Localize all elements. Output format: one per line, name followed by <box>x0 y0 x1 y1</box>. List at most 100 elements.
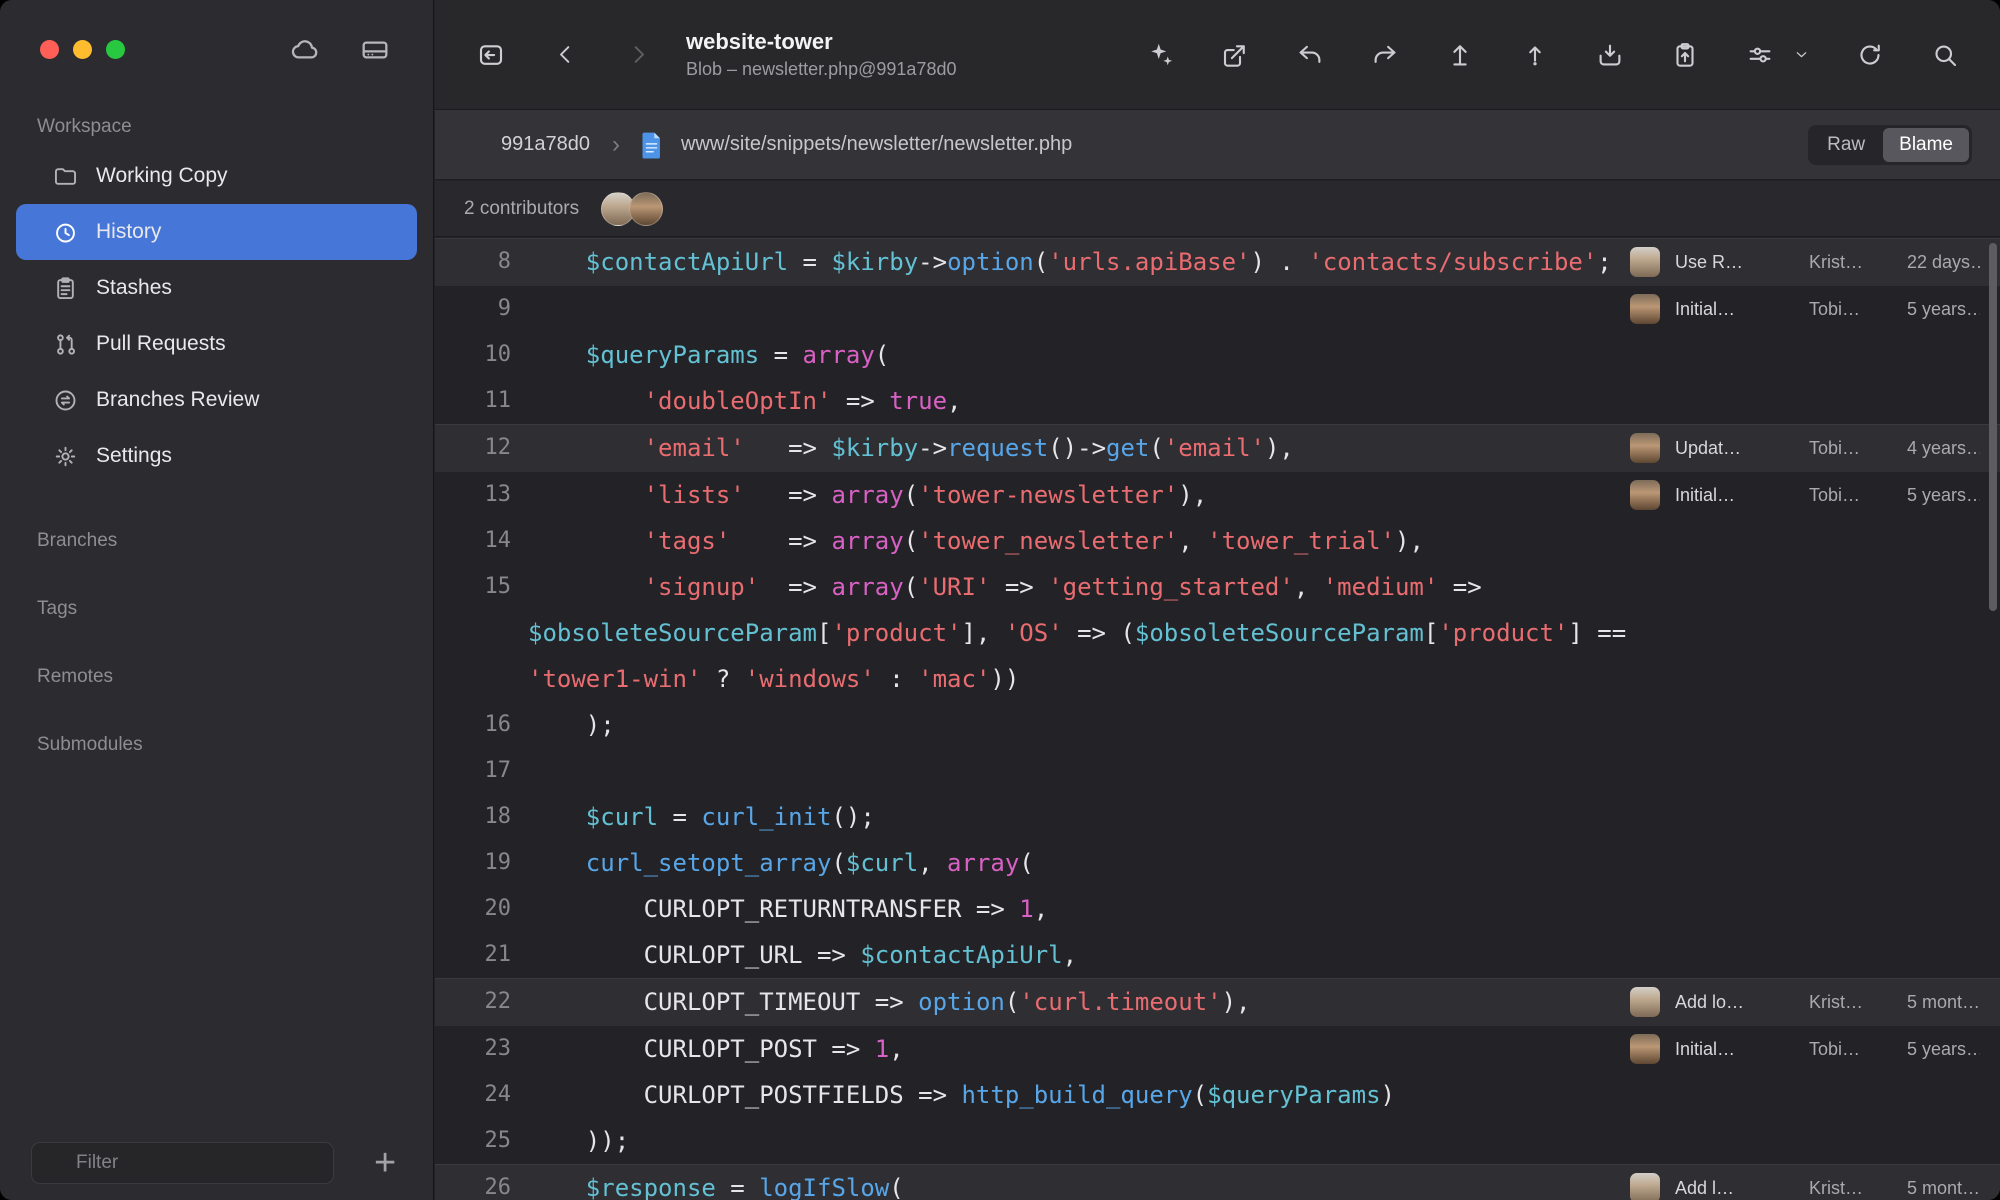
avatar[interactable] <box>629 191 664 226</box>
search-icon[interactable] <box>1930 40 1960 70</box>
view-toggle-blame[interactable]: Blame <box>1883 127 1969 162</box>
blame-annotation[interactable]: Add l… Krist… 5 mont… <box>1630 1165 2000 1200</box>
line-number: 22 <box>484 989 512 1014</box>
sidebar-item-history[interactable]: History <box>16 204 417 260</box>
code-row-17[interactable]: 17 <box>435 748 2000 794</box>
filter-input[interactable] <box>32 1143 333 1183</box>
sidebar-item-stashes[interactable]: Stashes <box>16 260 417 316</box>
sidebar-item-working-copy[interactable]: Working Copy <box>16 148 417 204</box>
sidebar-item-branches-review[interactable]: Branches Review <box>16 372 417 428</box>
code-row-25[interactable]: 25 )); <box>435 1118 2000 1164</box>
blame-annotation <box>1630 702 2000 748</box>
sparkles-icon[interactable] <box>1145 40 1175 70</box>
sidebar-footer: + <box>31 1142 433 1184</box>
apply-stash-icon[interactable] <box>1670 40 1700 70</box>
code-row-13[interactable]: 13 'lists' => array('tower-newsletter'),… <box>435 471 2000 518</box>
view-toggle-raw[interactable]: Raw <box>1811 128 1881 162</box>
scrollbar-thumb[interactable] <box>1989 243 1997 611</box>
app-window: Workspace Working Copy History Stashes Pull … <box>0 0 2000 1200</box>
line-number: 11 <box>484 388 512 413</box>
stashes-icon <box>52 275 79 302</box>
blame-summary: Add lo… <box>1675 991 1745 1012</box>
history-icon <box>52 219 79 246</box>
window-title: website-tower <box>686 29 833 54</box>
blame-summary: Use R… <box>1675 251 1744 272</box>
code-row-19[interactable]: 19 curl_setopt_array($curl, array( <box>435 840 2000 886</box>
toolbar-title-block: website-tower Blob – newsletter.php@991a… <box>686 29 956 80</box>
cloud-icon[interactable] <box>289 34 321 66</box>
view-options-icon[interactable] <box>1745 40 1775 70</box>
code-row-24[interactable]: 24 CURLOPT_POSTFIELDS => http_build_quer… <box>435 1072 2000 1118</box>
code-row-21[interactable]: 21 CURLOPT_URL => $contactApiUrl, <box>435 932 2000 978</box>
drive-icon[interactable] <box>359 34 391 66</box>
open-in-working-copy-icon[interactable] <box>476 40 506 70</box>
avatar <box>1630 294 1660 324</box>
sidebar-item-settings[interactable]: Settings <box>16 428 417 484</box>
line-number: 24 <box>484 1082 512 1107</box>
blame-annotation <box>1630 1118 2000 1164</box>
chevron-down-icon[interactable] <box>1793 46 1810 63</box>
code-line: 'signup' => array('URI' => 'getting_star… <box>528 573 1641 693</box>
line-number: 8 <box>497 249 511 274</box>
code-row-20[interactable]: 20 CURLOPT_RETURNTRANSFER => 1, <box>435 886 2000 932</box>
code-row-18[interactable]: 18 $curl = curl_init(); <box>435 794 2000 840</box>
nav-forward-icon[interactable] <box>625 41 652 68</box>
code-row-15[interactable]: 15 'signup' => array('URI' => 'getting_s… <box>435 564 2000 702</box>
breadcrumb-commit[interactable]: 991a78d0 <box>501 133 590 156</box>
sidebar-item-pull-requests[interactable]: Pull Requests <box>16 316 417 372</box>
blame-annotation <box>1630 564 2000 610</box>
blame-date: 5 years… <box>1907 1038 1980 1059</box>
code-row-22[interactable]: 22 CURLOPT_TIMEOUT => option('curl.timeo… <box>435 978 2000 1025</box>
blame-author: Tobi… <box>1809 437 1861 458</box>
line-number: 20 <box>484 896 512 921</box>
code-line: $contactApiUrl = $kirby->option('urls.ap… <box>585 248 1612 276</box>
blame-summary: Initial… <box>1675 298 1736 319</box>
zoom-button[interactable] <box>106 40 125 59</box>
add-button[interactable]: + <box>374 1144 396 1182</box>
blame-annotation[interactable]: Updat… Tobi… 4 years… <box>1630 425 2000 471</box>
code-row-11[interactable]: 11 'doubleOptIn' => true, <box>435 378 2000 424</box>
code-row-26[interactable]: 26 $response = logIfSlow(Add l… Krist… 5 m… <box>435 1164 2000 1200</box>
code-line: 'email' => $kirby->request()->get('email… <box>643 434 1294 462</box>
code-row-14[interactable]: 14 'tags' => array('tower_newsletter', '… <box>435 518 2000 564</box>
blame-summary: Initial… <box>1675 484 1736 505</box>
code-line: CURLOPT_TIMEOUT => option('curl.timeout'… <box>528 988 1251 1016</box>
commit-icon[interactable] <box>1520 40 1550 70</box>
blame-annotation[interactable]: Initial… Tobi… 5 years… <box>1630 1026 2000 1072</box>
blame-annotation[interactable]: Add lo… Krist… 5 mont… <box>1630 979 2000 1025</box>
blame-date: 22 days… <box>1907 251 1980 272</box>
pull-icon[interactable] <box>1295 40 1325 70</box>
line-number: 10 <box>484 342 512 367</box>
push-icon[interactable] <box>1370 40 1400 70</box>
window-subtitle: Blob – newsletter.php@991a78d0 <box>686 59 957 79</box>
sidebar-section-label-branches: Branches <box>37 530 118 551</box>
blame-summary: Updat… <box>1675 437 1742 458</box>
blame-annotation[interactable]: Initial… Tobi… 5 years… <box>1630 286 2000 332</box>
code-row-8[interactable]: 8 $contactApiUrl = $kirby->option('urls.… <box>435 238 2000 285</box>
code-row-9[interactable]: 9 Initial… Tobi… 5 years… <box>435 285 2000 332</box>
refresh-icon[interactable] <box>1855 40 1885 70</box>
breadcrumb-path: www/site/snippets/newsletter/newsletter.… <box>680 133 1073 155</box>
blame-annotation <box>1630 1072 2000 1118</box>
blame-annotation[interactable]: Initial… Tobi… 5 years… <box>1630 472 2000 518</box>
code-row-12[interactable]: 12 'email' => $kirby->request()->get('em… <box>435 424 2000 471</box>
blame-annotation <box>1630 748 2000 794</box>
sidebar-section-label-submodules: Submodules <box>37 734 143 755</box>
checkout-icon[interactable] <box>1445 40 1475 70</box>
code-row-16[interactable]: 16 ); <box>435 702 2000 748</box>
filter-field[interactable] <box>31 1142 334 1184</box>
scrollbar[interactable] <box>1989 241 1997 1196</box>
sidebar-sections: Workspace Working Copy History Stashes Pull … <box>0 116 433 756</box>
code-row-23[interactable]: 23 CURLOPT_POST => 1, Initial… Tobi… 5 year… <box>435 1025 2000 1072</box>
blame-date: 5 years… <box>1907 484 1980 505</box>
blame-annotation[interactable]: Use R… Krist… 22 days… <box>1630 239 2000 285</box>
share-icon[interactable] <box>1220 40 1250 70</box>
close-button[interactable] <box>40 40 59 59</box>
code-line: CURLOPT_POST => 1, <box>528 1035 904 1063</box>
toolbar-nav <box>476 40 652 70</box>
nav-back-icon[interactable] <box>552 41 579 68</box>
stash-icon[interactable] <box>1595 40 1625 70</box>
blame-annotation <box>1630 378 2000 424</box>
minimize-button[interactable] <box>73 40 92 59</box>
code-row-10[interactable]: 10 $queryParams = array( <box>435 332 2000 378</box>
